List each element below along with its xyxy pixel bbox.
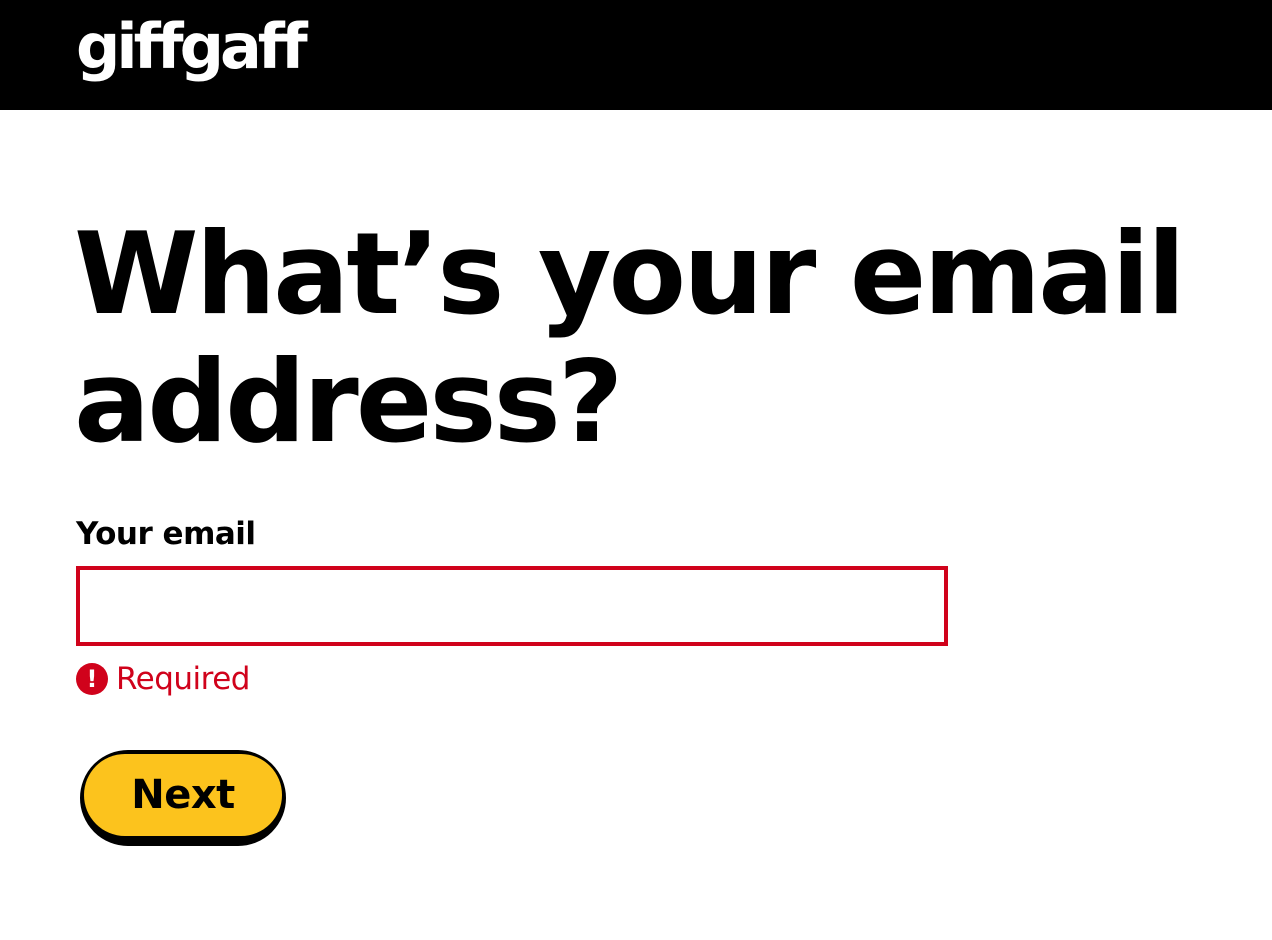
email-label: Your email	[76, 516, 256, 552]
next-button-label: Next	[84, 754, 282, 836]
exclamation-icon: !	[76, 663, 108, 695]
next-button[interactable]: Next	[80, 750, 286, 846]
giffgaff-logo[interactable]: giffgaff	[76, 2, 308, 92]
page-title: What’s your email address?	[74, 208, 1186, 468]
error-message: Required	[116, 661, 250, 697]
email-input[interactable]	[76, 566, 948, 646]
top-bar: giffgaff	[0, 0, 1272, 110]
email-error: ! Required	[76, 660, 250, 698]
